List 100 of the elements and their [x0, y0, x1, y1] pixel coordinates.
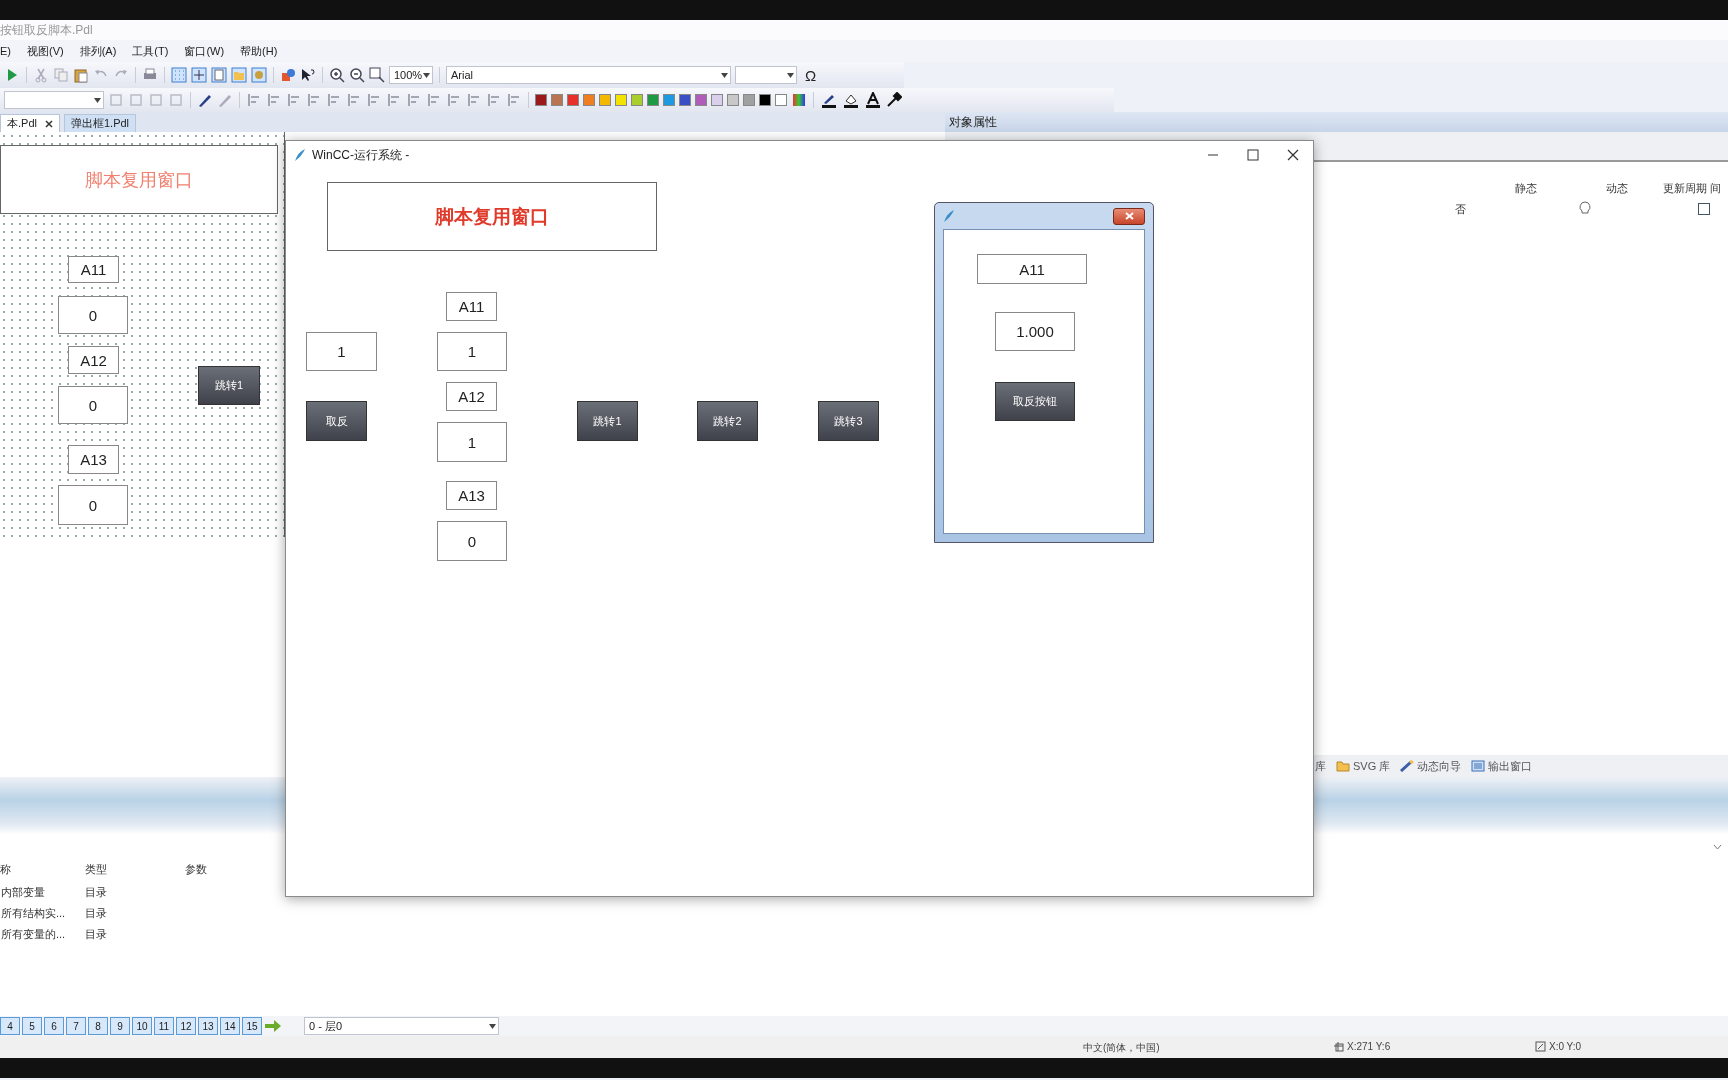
align-icon[interactable]: [266, 92, 282, 108]
align-icon[interactable]: [346, 92, 362, 108]
layer-icon[interactable]: [168, 92, 184, 108]
color-swatch[interactable]: [631, 94, 643, 106]
align-icon[interactable]: [286, 92, 302, 108]
align-icon[interactable]: [446, 92, 462, 108]
panel-tab[interactable]: SVG 库: [1353, 758, 1391, 774]
cut-icon[interactable]: [33, 67, 49, 83]
value-field[interactable]: 1: [437, 332, 507, 371]
align-icon[interactable]: [506, 92, 522, 108]
action-button[interactable]: 跳转1: [577, 401, 638, 441]
menu-item[interactable]: E): [0, 45, 11, 57]
layer-tab[interactable]: 13: [198, 1017, 218, 1035]
zoom-out-icon[interactable]: [349, 67, 365, 83]
arrow-right-icon[interactable]: [264, 1019, 282, 1033]
fill-color-icon[interactable]: [842, 92, 860, 108]
layer-tab[interactable]: 11: [154, 1017, 174, 1035]
color-swatch[interactable]: [615, 94, 627, 106]
value-field[interactable]: 0: [58, 386, 128, 424]
font-dropdown[interactable]: Arial: [446, 66, 731, 84]
layer-tab[interactable]: 9: [110, 1017, 130, 1035]
document-tab[interactable]: 弹出框1.Pdl: [63, 114, 137, 132]
panel-tab[interactable]: 输出窗口: [1488, 758, 1533, 774]
objects-icon[interactable]: [280, 67, 296, 83]
align-icon[interactable]: [326, 92, 342, 108]
color-swatch[interactable]: [599, 94, 611, 106]
eyedropper-icon[interactable]: [886, 92, 902, 108]
caret-icon[interactable]: [423, 72, 430, 78]
action-button[interactable]: 取反按钮: [995, 382, 1075, 421]
checkbox[interactable]: [1698, 203, 1710, 215]
color-palette-icon[interactable]: [791, 92, 807, 108]
panel-tab[interactable]: 库: [1315, 758, 1326, 774]
action-button[interactable]: 跳转3: [818, 401, 879, 441]
close-icon[interactable]: [1287, 149, 1299, 161]
library-icon[interactable]: [251, 67, 267, 83]
action-button[interactable]: 跳转1: [198, 366, 260, 405]
layer-tab[interactable]: 6: [44, 1017, 64, 1035]
layer-tab[interactable]: 14: [220, 1017, 240, 1035]
align-icon[interactable]: [306, 92, 322, 108]
layer-icon[interactable]: [108, 92, 124, 108]
value-field[interactable]: 0: [58, 485, 128, 525]
color-swatch[interactable]: [551, 94, 563, 106]
layer-icon[interactable]: [128, 92, 144, 108]
align-icon[interactable]: [466, 92, 482, 108]
align-icon[interactable]: [426, 92, 442, 108]
color-swatch[interactable]: [535, 94, 547, 106]
layer-tab[interactable]: 4: [0, 1017, 20, 1035]
layer-tab[interactable]: 15: [242, 1017, 262, 1035]
panel-tab[interactable]: 动态向导: [1417, 758, 1462, 774]
close-button[interactable]: [1113, 207, 1145, 225]
lightbulb-icon[interactable]: [1579, 201, 1591, 216]
font-color-icon[interactable]: [864, 92, 882, 108]
value-field[interactable]: 1.000: [995, 312, 1075, 351]
layer-tab[interactable]: 12: [176, 1017, 196, 1035]
layer-tab[interactable]: 5: [22, 1017, 42, 1035]
menu-item[interactable]: 排列(A): [79, 43, 117, 59]
paste-icon[interactable]: [73, 67, 89, 83]
action-button[interactable]: 取反: [306, 401, 367, 441]
close-icon[interactable]: [44, 119, 53, 128]
caret-icon[interactable]: [787, 72, 794, 78]
color-swatch[interactable]: [647, 94, 659, 106]
zoom-dropdown[interactable]: 100%: [389, 66, 433, 84]
color-swatch[interactable]: [727, 94, 739, 106]
folder-icon[interactable]: [231, 67, 247, 83]
menu-item[interactable]: 视图(V): [27, 43, 64, 59]
caret-icon[interactable]: [721, 72, 728, 78]
value-field[interactable]: 1: [306, 332, 377, 371]
layer-tab[interactable]: 7: [66, 1017, 86, 1035]
color-swatch[interactable]: [743, 94, 755, 106]
caret-icon[interactable]: [94, 97, 101, 103]
symbol-button[interactable]: Ω: [801, 66, 821, 84]
color-swatch[interactable]: [775, 94, 787, 106]
layer-dropdown[interactable]: 0 - 层0: [304, 1017, 499, 1035]
page-icon[interactable]: [211, 67, 227, 83]
color-swatch[interactable]: [695, 94, 707, 106]
color-swatch[interactable]: [567, 94, 579, 106]
color-swatch[interactable]: [759, 94, 771, 106]
layer-tab[interactable]: 8: [88, 1017, 108, 1035]
copy-icon[interactable]: [53, 67, 69, 83]
color-swatch[interactable]: [583, 94, 595, 106]
zoom-in-icon[interactable]: [329, 67, 345, 83]
line-color-icon[interactable]: [820, 92, 838, 108]
pen-icon[interactable]: [197, 92, 213, 108]
value-field[interactable]: 0: [437, 521, 507, 561]
color-swatch[interactable]: [679, 94, 691, 106]
value-field[interactable]: 0: [58, 296, 128, 334]
action-button[interactable]: 跳转2: [697, 401, 758, 441]
color-swatch[interactable]: [663, 94, 675, 106]
caret-icon[interactable]: [489, 1023, 496, 1029]
snap-icon[interactable]: [191, 67, 207, 83]
layer-icon[interactable]: [148, 92, 164, 108]
menu-item[interactable]: 帮助(H): [240, 43, 278, 59]
chevron-icon[interactable]: [1713, 844, 1722, 850]
align-icon[interactable]: [246, 92, 262, 108]
menu-item[interactable]: 工具(T): [132, 43, 169, 59]
align-icon[interactable]: [486, 92, 502, 108]
color-swatch[interactable]: [711, 94, 723, 106]
align-icon[interactable]: [386, 92, 402, 108]
value-field[interactable]: 1: [437, 422, 507, 462]
document-tab[interactable]: 本.Pdl: [0, 114, 60, 132]
